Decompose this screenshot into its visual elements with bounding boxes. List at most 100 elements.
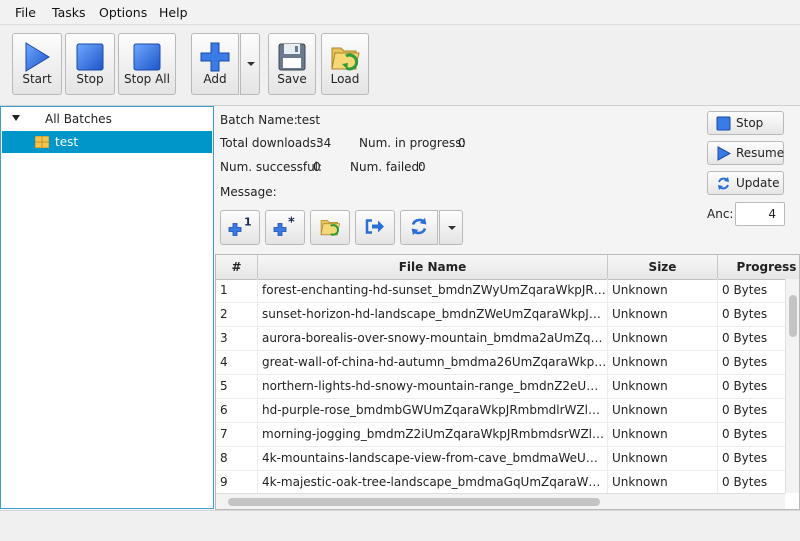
refresh-icon xyxy=(409,216,429,239)
table-row[interactable]: 4 great-wall-of-china-hd-autumn_bmdma26Um… xyxy=(216,351,786,375)
in-progress-label: Num. in progress: xyxy=(359,136,466,150)
stop-icon xyxy=(75,41,105,76)
downloads-table[interactable]: # File Name Size Progress 1 forest-enchan… xyxy=(215,254,800,510)
stop-button[interactable]: Stop xyxy=(65,33,115,95)
cell-size: Unknown xyxy=(608,447,718,470)
floppy-disk-icon xyxy=(277,41,307,76)
total-downloads-label: Total downloads: xyxy=(220,136,321,150)
col-header-index[interactable]: # xyxy=(216,255,258,279)
svg-text:*: * xyxy=(288,215,295,230)
vertical-scroll-thumb[interactable] xyxy=(789,295,797,337)
cell-size: Unknown xyxy=(608,303,718,326)
message-label: Message: xyxy=(220,185,277,199)
folder-open-icon xyxy=(329,41,361,76)
table-row[interactable]: 8 4k-mountains-landscape-view-from-cave_b… xyxy=(216,447,786,471)
batch-stop-label: Stop xyxy=(736,116,764,130)
successful-value: 0 xyxy=(313,160,321,174)
tree-root-row[interactable]: All Batches xyxy=(2,108,212,130)
batch-name-value: test xyxy=(297,113,321,127)
col-header-progress[interactable]: Progress xyxy=(718,255,799,279)
anc-input[interactable]: 4 xyxy=(735,202,785,226)
col-header-file-name[interactable]: File Name xyxy=(258,255,608,279)
refresh-dropdown-button[interactable] xyxy=(439,210,463,245)
cell-index: 7 xyxy=(216,423,258,446)
chevron-down-icon xyxy=(247,62,255,66)
add-button[interactable]: Add xyxy=(191,33,239,95)
cell-index: 5 xyxy=(216,375,258,398)
batch-update-button[interactable]: Update xyxy=(707,171,784,195)
add-one-icon: 1 xyxy=(227,214,253,241)
stop-icon xyxy=(716,116,731,134)
table-row[interactable]: 7 morning-jogging_bmdmZ2iUmZqaraWkpJRmbmd… xyxy=(216,423,786,447)
menu-file[interactable]: File xyxy=(15,5,36,20)
cell-file-name: forest-enchanting-hd-sunset_bmdnZWyUmZqa… xyxy=(258,279,608,302)
horizontal-scrollbar[interactable] xyxy=(216,493,785,509)
stop-all-button[interactable]: Stop All xyxy=(118,33,176,95)
cell-file-name: sunset-horizon-hd-landscape_bmdnZWeUmZqa… xyxy=(258,303,608,326)
batch-details-panel: Batch Name: test Total downloads: 34 Num… xyxy=(215,106,800,510)
export-icon xyxy=(365,218,385,237)
svg-text:1: 1 xyxy=(244,215,252,228)
add-all-button[interactable]: * xyxy=(265,210,305,245)
export-button[interactable] xyxy=(355,210,395,245)
status-bar xyxy=(0,510,800,541)
table-row[interactable]: 6 hd-purple-rose_bmdmbGWUmZqaraWkpJRmbmdl… xyxy=(216,399,786,423)
batch-stop-button[interactable]: Stop xyxy=(707,111,784,135)
table-row[interactable]: 5 northern-lights-hd-snowy-mountain-range… xyxy=(216,375,786,399)
horizontal-scroll-thumb[interactable] xyxy=(228,498,600,506)
menu-bar: File Tasks Options Help xyxy=(0,0,800,25)
tree-item-test[interactable]: test xyxy=(2,131,212,153)
add-label: Add xyxy=(203,72,227,86)
save-label: Save xyxy=(277,72,307,86)
play-icon xyxy=(23,41,51,76)
add-one-button[interactable]: 1 xyxy=(220,210,260,245)
table-row[interactable]: 3 aurora-borealis-over-snowy-mountain_bmd… xyxy=(216,327,786,351)
table-row[interactable]: 2 sunset-horizon-hd-landscape_bmdnZWeUmZq… xyxy=(216,303,786,327)
tree-expand-icon[interactable] xyxy=(12,115,20,121)
cell-index: 3 xyxy=(216,327,258,350)
cell-size: Unknown xyxy=(608,279,718,302)
load-folder-button[interactable] xyxy=(310,210,350,245)
stop-all-icon xyxy=(132,41,162,76)
start-button[interactable]: Start xyxy=(12,33,62,95)
save-button[interactable]: Save xyxy=(268,33,316,95)
cell-file-name: morning-jogging_bmdmZ2iUmZqaraWkpJRmbmds… xyxy=(258,423,608,446)
menu-help[interactable]: Help xyxy=(159,5,188,20)
stop-label: Stop xyxy=(76,72,104,86)
tree-item-label: test xyxy=(55,135,79,149)
batch-update-label: Update xyxy=(736,176,780,190)
batch-resume-button[interactable]: Resume xyxy=(707,141,784,165)
cell-file-name: 4k-majestic-oak-tree-landscape_bmdmaGqUm… xyxy=(258,471,608,494)
menu-options[interactable]: Options xyxy=(99,5,147,20)
load-label: Load xyxy=(330,72,360,86)
table-header: # File Name Size Progress xyxy=(216,255,799,280)
table-row[interactable]: 9 4k-majestic-oak-tree-landscape_bmdmaGqU… xyxy=(216,471,786,495)
cell-size: Unknown xyxy=(608,375,718,398)
batch-name-label: Batch Name: xyxy=(220,113,298,127)
toolbar: Start Stop Stop All Add Save Load xyxy=(0,25,800,106)
add-all-icon: * xyxy=(272,214,298,241)
add-dropdown-button[interactable] xyxy=(240,33,260,95)
cell-index: 4 xyxy=(216,351,258,374)
load-button[interactable]: Load xyxy=(321,33,369,95)
table-row[interactable]: 1 forest-enchanting-hd-sunset_bmdnZWyUmZq… xyxy=(216,279,786,303)
total-downloads-value: 34 xyxy=(316,136,332,150)
refresh-icon xyxy=(716,176,731,194)
cell-size: Unknown xyxy=(608,423,718,446)
cell-size: Unknown xyxy=(608,327,718,350)
cell-index: 9 xyxy=(216,471,258,494)
refresh-button[interactable] xyxy=(400,210,438,245)
plus-icon xyxy=(199,41,231,76)
cell-file-name: northern-lights-hd-snowy-mountain-range_… xyxy=(258,375,608,398)
menu-tasks[interactable]: Tasks xyxy=(52,5,86,20)
vertical-scrollbar[interactable] xyxy=(785,279,799,493)
cell-size: Unknown xyxy=(608,399,718,422)
cell-size: Unknown xyxy=(608,471,718,494)
cell-index: 1 xyxy=(216,279,258,302)
col-header-size[interactable]: Size xyxy=(608,255,718,279)
cell-file-name: hd-purple-rose_bmdmbGWUmZqaraWkpJRmbmdlr… xyxy=(258,399,608,422)
batch-grid-icon xyxy=(34,135,50,151)
chevron-down-icon xyxy=(448,226,456,230)
failed-label: Num. failed: xyxy=(350,160,424,174)
batch-tree[interactable]: All Batches test xyxy=(0,106,214,509)
